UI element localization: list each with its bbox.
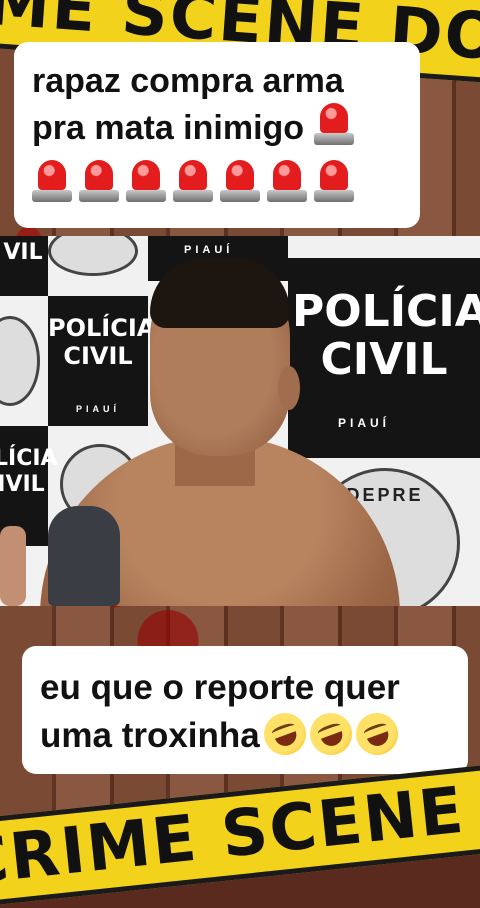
rofl-emoji-icon xyxy=(349,707,404,761)
bottom-caption: eu que o reporte quer uma troxinha xyxy=(22,646,468,774)
police-siren-icon xyxy=(32,160,72,202)
siren-emoji-row xyxy=(32,160,402,207)
microphone-icon xyxy=(48,506,120,606)
backdrop-piaui-large: PIAUÍ xyxy=(338,416,391,430)
rofl-emoji-icon xyxy=(257,707,312,761)
person-hair xyxy=(150,258,290,328)
backdrop-piaui-small: PIAUÍ xyxy=(76,404,121,414)
backdrop-piaui-top: PIAUÍ xyxy=(184,244,234,256)
police-siren-icon xyxy=(79,160,119,202)
backdrop-policia-civil-large: POLÍCIA CIVIL xyxy=(292,286,480,385)
backdrop-policia-civil-small: POLÍCIA CIVIL xyxy=(48,314,156,370)
rofl-emoji-icon xyxy=(303,707,358,761)
top-caption-line-1: rapaz compra arma xyxy=(32,62,344,100)
top-caption: rapaz compra arma pra mata inimigo xyxy=(14,42,420,228)
person-ear xyxy=(278,366,300,410)
bottom-caption-line-1: eu que o reporte quer xyxy=(40,668,400,707)
police-siren-icon xyxy=(314,160,354,202)
top-caption-line-2: pra mata inimigo xyxy=(32,103,402,150)
police-siren-icon xyxy=(267,160,307,202)
backdrop-edge-text-lower: LÍCIA IVIL xyxy=(0,446,58,497)
backdrop-edge-text: VIL xyxy=(3,240,43,265)
police-siren-icon xyxy=(173,160,213,202)
police-siren-icon xyxy=(220,160,260,202)
reporter-hand xyxy=(0,526,26,606)
video-frame[interactable]: DEPRE POLÍCIA CIVIL PIAUÍ POLÍCIA CIVIL … xyxy=(0,236,480,606)
police-siren-icon xyxy=(126,160,166,202)
bottom-caption-line-2: uma troxinha xyxy=(40,707,454,761)
police-siren-icon xyxy=(313,103,354,145)
